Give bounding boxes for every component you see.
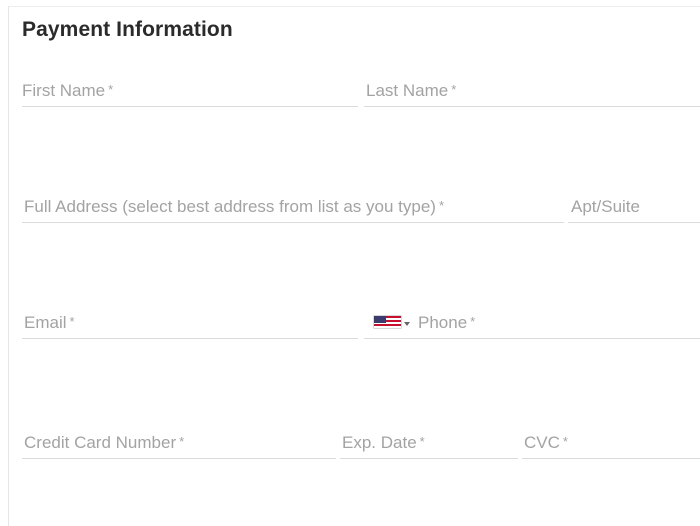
exp-date-field[interactable]: Exp. Date * (340, 433, 518, 459)
required-asterisk: * (470, 314, 476, 329)
first-name-placeholder: First Name * (22, 81, 114, 100)
email-placeholder: Email * (24, 313, 75, 332)
apt-suite-placeholder: Apt/Suite (571, 197, 640, 216)
exp-date-placeholder: Exp. Date * (342, 433, 425, 452)
cvc-placeholder: CVC * (524, 433, 568, 452)
phone-placeholder: Phone * (418, 313, 476, 332)
last-name-field[interactable]: Last Name * (364, 81, 700, 107)
form-title: Payment Information (22, 18, 233, 41)
required-asterisk: * (419, 434, 425, 449)
card-number-field[interactable]: Credit Card Number * (22, 433, 336, 459)
first-name-field[interactable]: First Name * (22, 81, 358, 107)
cvc-field[interactable]: CVC * (522, 433, 700, 459)
last-name-placeholder: Last Name * (366, 81, 457, 100)
full-address-placeholder: Full Address (select best address from l… (24, 197, 445, 216)
email-field[interactable]: Email * (22, 313, 358, 339)
required-asterisk: * (562, 434, 568, 449)
full-address-field[interactable]: Full Address (select best address from l… (22, 197, 564, 223)
required-asterisk: * (69, 314, 75, 329)
apt-suite-field[interactable]: Apt/Suite (568, 197, 700, 223)
required-asterisk: * (108, 82, 114, 97)
required-asterisk: * (438, 198, 445, 213)
phone-field[interactable]: Phone * (364, 313, 700, 339)
required-asterisk: * (451, 82, 457, 97)
us-flag-icon[interactable] (374, 316, 401, 328)
card-number-placeholder: Credit Card Number * (24, 433, 185, 452)
required-asterisk: * (179, 434, 185, 449)
caret-down-icon[interactable] (404, 322, 410, 326)
